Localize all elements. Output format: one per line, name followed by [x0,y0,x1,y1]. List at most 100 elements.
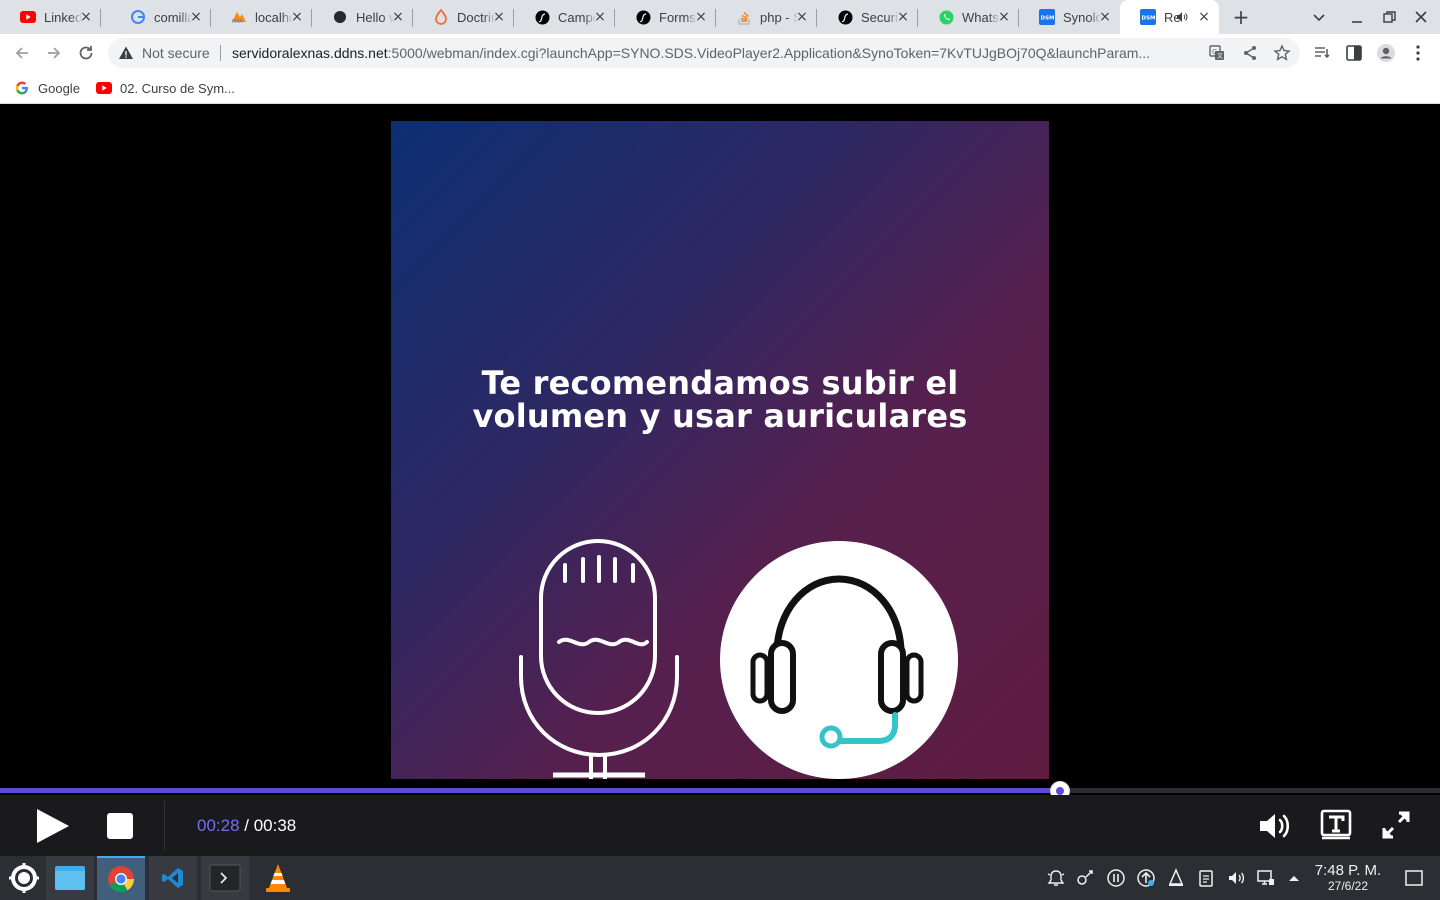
chrome-icon [108,866,135,893]
video-frame[interactable]: Te recomendamos subir el volumen y usar … [391,121,1049,779]
vlc-tray-icon[interactable] [1166,868,1186,888]
tab-9[interactable]: Security× [817,0,918,34]
tab-close-icon[interactable]: × [1098,10,1112,24]
tab-7[interactable]: Forms × [615,0,716,34]
seek-progress [0,788,1060,793]
volume-icon[interactable] [1258,811,1292,841]
stop-icon[interactable] [106,812,134,840]
tab-close-icon[interactable]: × [189,10,203,24]
close-window-icon[interactable] [1412,8,1430,26]
share-icon[interactable] [1241,44,1259,62]
app-launcher[interactable] [0,856,48,900]
headline-line-1: Te recomendamos subir el [481,364,959,402]
tab-2[interactable]: comillas× [110,0,211,34]
digital-clock[interactable]: 7:48 P. M. 27/6/22 [1302,862,1394,893]
total-time: 00:38 [253,816,297,835]
tray-expand-icon[interactable] [1284,868,1304,888]
reading-list-icon[interactable] [1312,43,1332,63]
bookmark-curso-symfony[interactable]: 02. Curso de Sym... [96,79,235,97]
tab-close-icon[interactable]: × [391,10,405,24]
video-headline: Te recomendamos subir el volumen y usar … [391,367,1049,433]
url-host: servidoralexnas.ddns.net [232,45,388,61]
notifications-bell-icon[interactable] [1046,868,1066,888]
media-pause-icon[interactable] [1106,868,1126,888]
phpmyadmin-icon: PMA [231,9,247,25]
headset-icon [750,575,924,749]
doctrine-icon [433,9,449,25]
taskbar: 7:48 P. M. 27/6/22 [0,856,1440,900]
tab-10[interactable]: WhatsApp× [918,0,1019,34]
tab-close-icon[interactable]: × [997,10,1011,24]
tab-4[interactable]: Hello world× [312,0,413,34]
tab-strip: LinkedIn×comillas×PMAlocalhost×Hello wor… [0,0,1440,34]
tab-6[interactable]: Campos× [514,0,615,34]
symfony-icon [837,9,853,25]
tab-12[interactable]: DSM Re × [1120,0,1219,34]
fullscreen-icon[interactable] [1382,811,1410,839]
kde-launcher-icon [9,863,39,893]
play-icon[interactable] [34,807,72,845]
address-bar[interactable]: Not secure servidoralexnas.ddns.net:5000… [108,38,1300,68]
folder-icon [55,866,85,890]
tab-close-icon[interactable]: × [79,10,93,24]
tab-5[interactable]: Doctrine× [413,0,514,34]
new-tab-button[interactable]: + [1230,6,1252,28]
tab-title: comillas [154,9,192,25]
vlc-icon [266,864,290,892]
svg-text:文: 文 [1217,52,1223,60]
stackoverflow-icon [736,9,752,25]
taskbar-terminal[interactable] [201,856,249,900]
tab-3[interactable]: PMA localhost× [211,0,312,34]
bookmarks-bar: Google 02. Curso de Sym... [0,72,1440,104]
back-icon[interactable] [12,43,32,63]
side-panel-icon[interactable] [1344,43,1364,63]
not-secure-warning-icon[interactable] [118,45,134,61]
kdeconnect-icon[interactable] [1076,868,1096,888]
bookmark-label: Google [38,80,80,96]
security-label[interactable]: Not secure [142,45,210,61]
tab-title: Hello world [356,9,394,25]
taskbar-vlc[interactable] [254,856,302,900]
restore-icon[interactable] [1380,8,1398,26]
google-icon [14,80,30,96]
tab-search-icon[interactable] [1310,8,1328,26]
tab-close-icon[interactable]: × [795,10,809,24]
tab-close-icon[interactable]: × [1197,10,1211,24]
menu-kebab-icon[interactable] [1408,43,1428,63]
updates-icon[interactable] [1136,868,1156,888]
subtitles-icon[interactable] [1320,809,1352,841]
tab-close-icon[interactable]: × [593,10,607,24]
tab-8[interactable]: php - Stack× [716,0,817,34]
reload-icon[interactable] [76,43,96,63]
taskbar-files[interactable] [46,856,94,900]
player-controls: 00:28 / 00:38 [0,795,1440,856]
show-desktop-icon[interactable] [1404,868,1424,888]
tab-close-icon[interactable]: × [492,10,506,24]
taskbar-chrome[interactable] [97,856,145,900]
forward-icon[interactable] [44,43,64,63]
translate-icon[interactable]: G文 [1208,44,1226,62]
tab-close-icon[interactable]: × [694,10,708,24]
bookmark-star-icon[interactable] [1273,44,1291,62]
tab-close-icon[interactable]: × [290,10,304,24]
symfony-icon [534,9,550,25]
clipboard-icon[interactable] [1196,868,1216,888]
tab-11[interactable]: DSM Synology× [1019,0,1120,34]
taskbar-vscode[interactable] [149,856,197,900]
tab-title: Security [861,9,899,25]
tab-title: Doctrine [457,9,495,25]
time-display: 00:28 / 00:38 [197,816,296,836]
symfony-icon [635,9,651,25]
volume-tray-icon[interactable] [1226,868,1246,888]
url-text[interactable]: servidoralexnas.ddns.net:5000/webman/ind… [232,45,1202,61]
url-path: :5000/webman/index.cgi?launchApp=SYNO.SD… [387,45,1151,61]
google-icon [130,9,146,25]
tab-close-icon[interactable]: × [896,10,910,24]
bookmark-google[interactable]: Google [14,79,80,97]
network-icon[interactable] [1256,868,1276,888]
tab-audio-icon[interactable] [1176,11,1188,26]
dsm-icon: DSM [1140,9,1156,25]
minimize-icon[interactable] [1348,8,1366,26]
tab-1[interactable]: LinkedIn× [0,0,101,34]
profile-avatar-icon[interactable] [1376,43,1396,63]
